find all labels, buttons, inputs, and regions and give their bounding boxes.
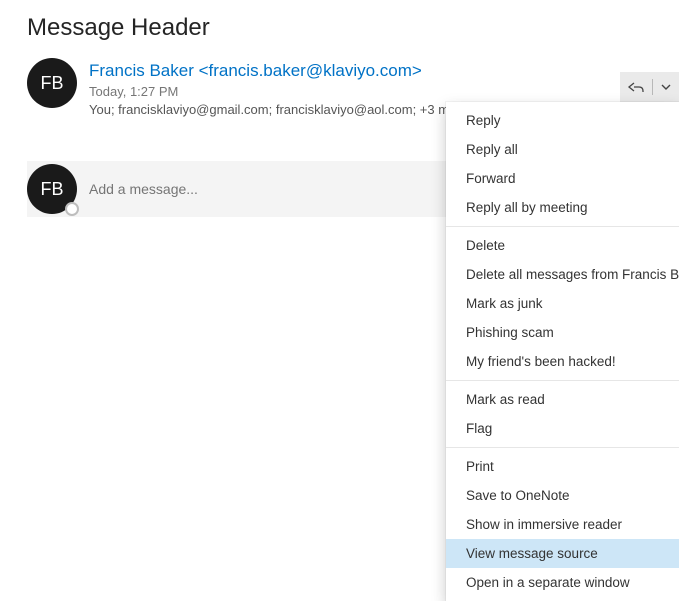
message-actions-menu: ReplyReply allForwardReply all by meetin…: [446, 102, 679, 601]
presence-indicator: [65, 202, 79, 216]
menu-item-print[interactable]: Print: [446, 452, 679, 481]
message-toolbar: [620, 72, 679, 102]
from-line[interactable]: Francis Baker <francis.baker@klaviyo.com…: [89, 60, 652, 82]
more-actions-button[interactable]: [653, 72, 679, 102]
menu-item-phishing-scam[interactable]: Phishing scam: [446, 318, 679, 347]
menu-separator: [446, 380, 679, 381]
avatar-initials: FB: [40, 179, 63, 200]
menu-item-reply[interactable]: Reply: [446, 106, 679, 135]
page-title: Message Header: [0, 0, 679, 58]
recipients-text: You; francisklaviyo@gmail.com; franciskl…: [89, 102, 468, 117]
menu-item-mark-as-junk[interactable]: Mark as junk: [446, 289, 679, 318]
menu-item-view-message-source[interactable]: View message source: [446, 539, 679, 568]
menu-item-forward[interactable]: Forward: [446, 164, 679, 193]
menu-item-reply-all[interactable]: Reply all: [446, 135, 679, 164]
menu-separator: [446, 226, 679, 227]
menu-item-my-friend-s-been-hacked[interactable]: My friend's been hacked!: [446, 347, 679, 376]
menu-item-delete[interactable]: Delete: [446, 231, 679, 260]
timestamp: Today, 1:27 PM: [89, 84, 652, 99]
reply-all-button[interactable]: [620, 72, 652, 102]
menu-item-open-in-a-separate-window[interactable]: Open in a separate window: [446, 568, 679, 597]
sender-avatar[interactable]: FB: [27, 58, 77, 108]
menu-item-delete-all-messages-from-francis-baker[interactable]: Delete all messages from Francis Baker: [446, 260, 679, 289]
menu-item-save-to-onenote[interactable]: Save to OneNote: [446, 481, 679, 510]
menu-item-mark-as-read[interactable]: Mark as read: [446, 385, 679, 414]
user-avatar: FB: [27, 164, 77, 214]
menu-separator: [446, 447, 679, 448]
menu-item-reply-all-by-meeting[interactable]: Reply all by meeting: [446, 193, 679, 222]
menu-item-flag[interactable]: Flag: [446, 414, 679, 443]
menu-item-show-in-immersive-reader[interactable]: Show in immersive reader: [446, 510, 679, 539]
avatar-initials: FB: [40, 73, 63, 94]
